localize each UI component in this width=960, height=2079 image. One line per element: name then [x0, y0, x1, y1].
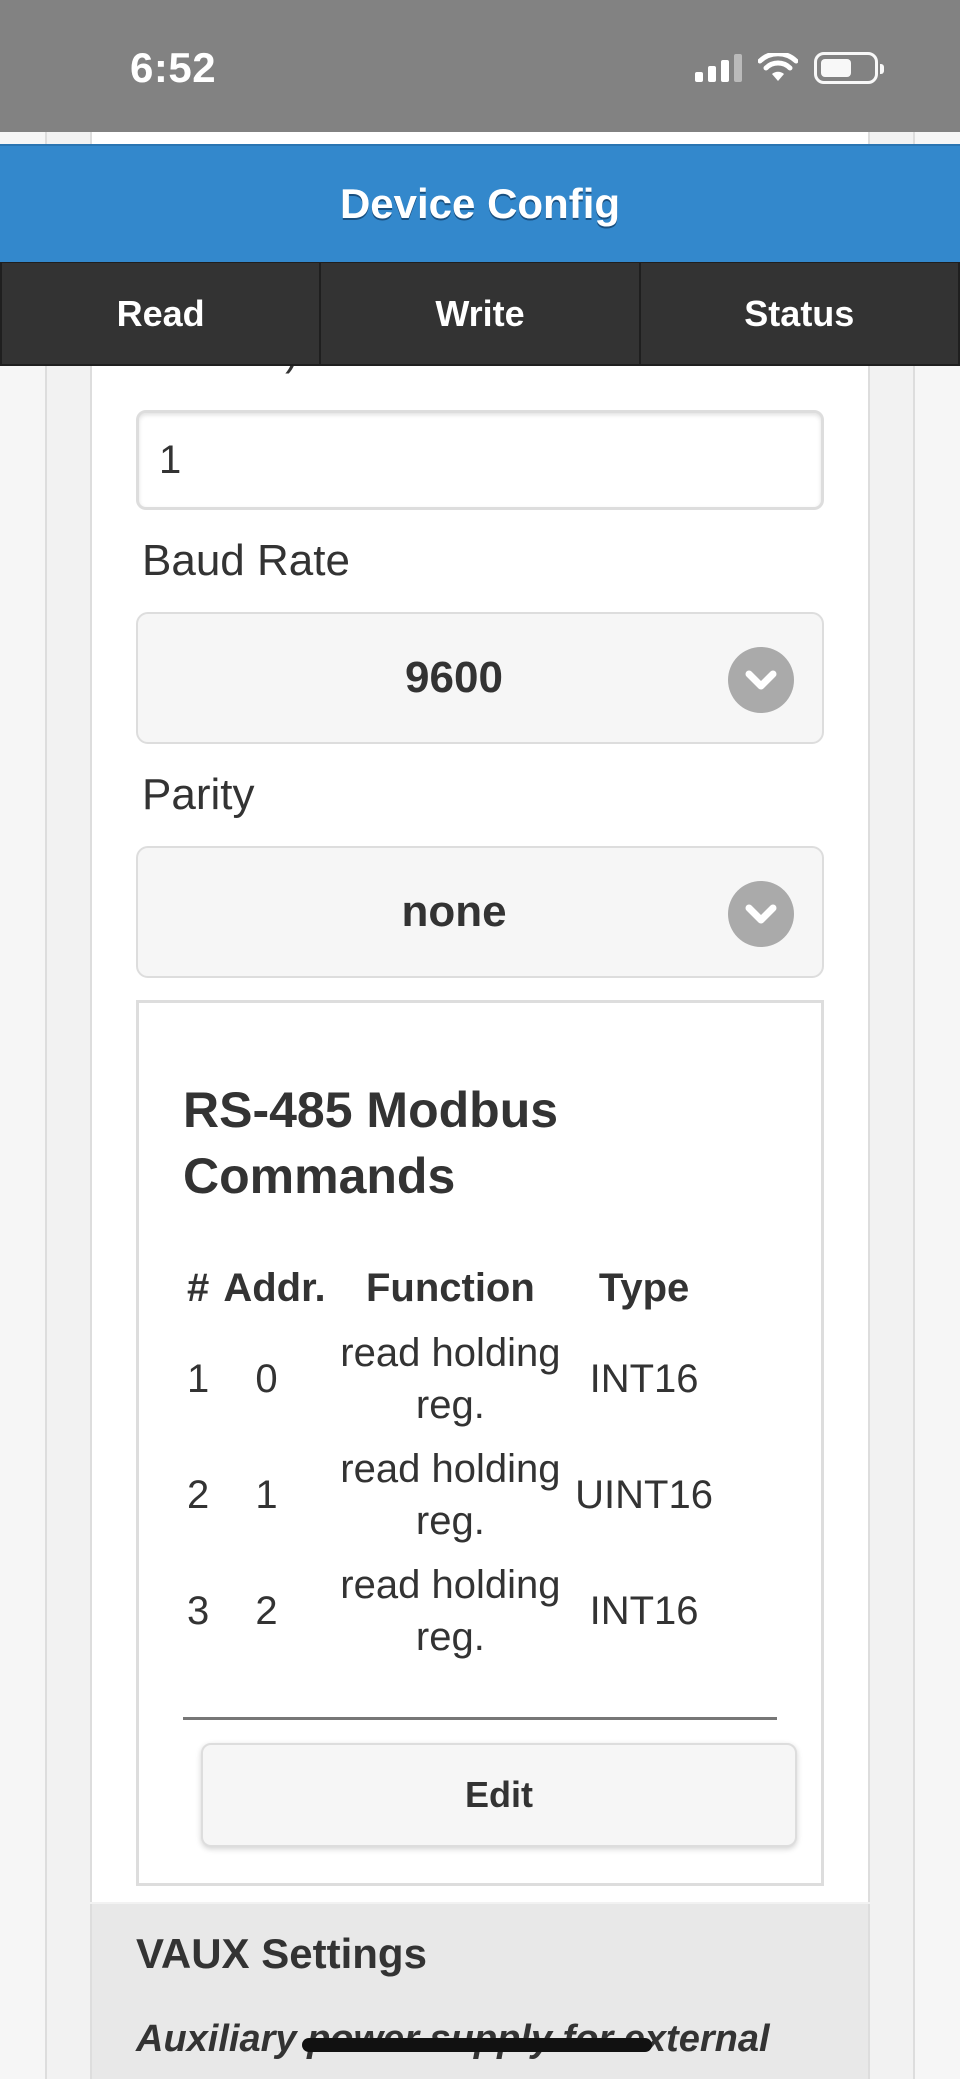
column-header: Function: [365, 1266, 535, 1310]
baud-rate-select[interactable]: 9600: [136, 612, 824, 744]
wifi-icon: [758, 53, 798, 81]
signal-icon: [695, 54, 742, 82]
parity-value: none: [401, 887, 507, 936]
cell-addr: 0: [255, 1357, 278, 1401]
timeout-input-value: 1: [159, 437, 182, 482]
modbus-commands-section: RS-485 Modbus Commands # Addr. Function …: [136, 1000, 824, 1886]
tab-status[interactable]: Status: [638, 263, 960, 364]
chevron-down-icon: [728, 647, 794, 713]
battery-icon: [814, 52, 884, 84]
cell-num: 1: [187, 1357, 210, 1401]
nav-bar: Read Write Status: [0, 262, 960, 366]
edit-button[interactable]: Edit: [201, 1743, 797, 1847]
modbus-title: RS-485 Modbus Commands: [183, 1082, 559, 1204]
home-indicator[interactable]: [302, 2038, 652, 2052]
column-header: Type: [598, 1266, 690, 1310]
table-header-row: # Addr. Function Type: [179, 1258, 719, 1321]
app-screen: 6:52 Device Config Read Write Status x10…: [0, 0, 960, 2079]
app-header: Device Config: [0, 144, 960, 262]
parity-label: Parity: [142, 770, 255, 819]
baud-rate-label: Baud Rate: [142, 536, 350, 585]
cell-addr: 1: [255, 1473, 278, 1517]
page-title: Device Config: [339, 180, 621, 227]
vaux-settings-section: VAUX Settings Auxiliary power supply for…: [90, 1904, 870, 2079]
divider: [183, 1717, 777, 1720]
cell-num: 3: [187, 1589, 210, 1633]
tab-write[interactable]: Write: [319, 263, 638, 364]
status-bar: 6:52: [0, 0, 960, 132]
cell-num: 2: [187, 1473, 210, 1517]
status-time: 6:52: [130, 44, 217, 91]
cell-function: read holding reg.: [340, 1331, 561, 1427]
chevron-down-icon: [728, 881, 794, 947]
column-header: #: [187, 1266, 210, 1310]
cell-type: INT16: [589, 1589, 699, 1633]
tab-read[interactable]: Read: [0, 263, 319, 364]
cell-type: INT16: [589, 1357, 699, 1401]
cell-addr: 2: [255, 1589, 278, 1633]
table-row: 2 1 read holding reg. UINT16: [179, 1437, 719, 1553]
modbus-commands-table: # Addr. Function Type 1 0 read holding r…: [179, 1258, 719, 1669]
table-row: 3 2 read holding reg. INT16: [179, 1553, 719, 1669]
vaux-title: VAUX Settings: [136, 1930, 427, 1977]
status-icons: [695, 52, 884, 84]
timeout-input[interactable]: 1: [136, 410, 824, 510]
table-row: 1 0 read holding reg. INT16: [179, 1321, 719, 1437]
baud-rate-value: 9600: [405, 653, 503, 702]
parity-select[interactable]: none: [136, 846, 824, 978]
cell-function: read holding reg.: [340, 1447, 561, 1543]
cell-function: read holding reg.: [340, 1563, 561, 1659]
column-header: Addr.: [223, 1266, 326, 1310]
cell-type: UINT16: [575, 1473, 713, 1517]
